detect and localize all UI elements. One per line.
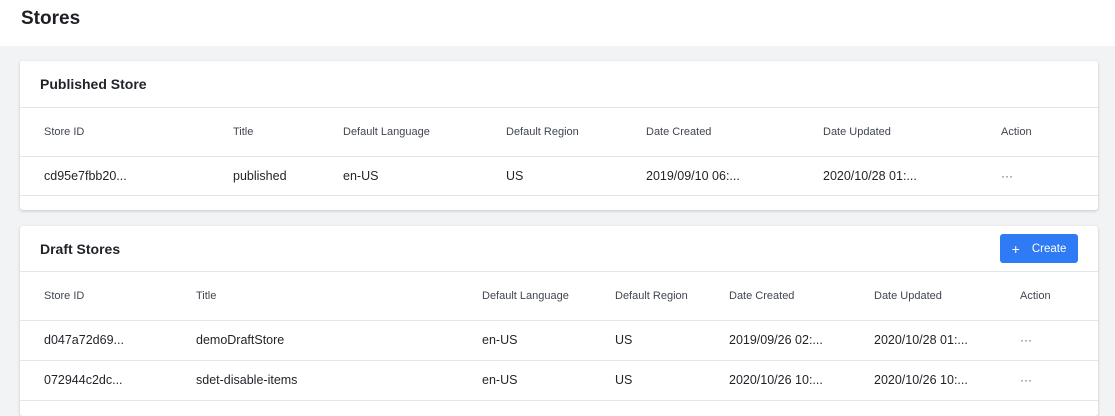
cell-title: sdet-disable-items: [196, 360, 482, 401]
table-header-row: Store ID Title Default Language Default …: [20, 272, 1098, 321]
column-header-default-language[interactable]: Default Language: [482, 272, 615, 321]
published-store-table: Store ID Title Default Language Default …: [20, 108, 1098, 196]
table-row[interactable]: d047a72d69... demoDraftStore en-US US 20…: [20, 320, 1098, 361]
plus-icon: +: [1011, 240, 1020, 257]
column-header-default-region[interactable]: Default Region: [506, 108, 646, 157]
draft-stores-header: Draft Stores + Create: [20, 226, 1098, 272]
cell-store-id[interactable]: 072944c2dc...: [20, 360, 196, 401]
published-store-header: Published Store: [20, 61, 1098, 108]
cell-store-id[interactable]: cd95e7fbb20...: [20, 156, 233, 196]
table-header-row: Store ID Title Default Language Default …: [20, 108, 1098, 157]
draft-stores-title: Draft Stores: [40, 241, 121, 257]
cell-default-region: US: [615, 320, 729, 361]
cell-title: published: [233, 156, 343, 196]
cell-title: demoDraftStore: [196, 320, 482, 361]
column-header-date-created[interactable]: Date Created: [729, 272, 874, 321]
cell-default-language: en-US: [482, 320, 615, 361]
create-button[interactable]: + Create: [1000, 234, 1078, 263]
table-row[interactable]: cd95e7fbb20... published en-US US 2019/0…: [20, 156, 1098, 196]
column-header-action: Action: [1001, 108, 1098, 157]
cell-date-updated: 2020/10/28 01:...: [874, 320, 1020, 361]
more-actions-icon[interactable]: ···: [1020, 373, 1032, 387]
more-actions-icon[interactable]: ···: [1001, 169, 1013, 183]
table-row[interactable]: 072944c2dc... sdet-disable-items en-US U…: [20, 360, 1098, 401]
published-store-card: Published Store Store ID Title Default L…: [20, 61, 1098, 210]
column-header-date-updated[interactable]: Date Updated: [874, 272, 1020, 321]
cell-store-id[interactable]: d047a72d69...: [20, 320, 196, 361]
column-header-action: Action: [1020, 272, 1098, 321]
cell-date-created: 2019/09/26 02:...: [729, 320, 874, 361]
column-header-title[interactable]: Title: [233, 108, 343, 157]
cell-date-updated: 2020/10/26 10:...: [874, 360, 1020, 401]
column-header-date-updated[interactable]: Date Updated: [823, 108, 1001, 157]
cell-action: ···: [1001, 156, 1098, 196]
page-header: Stores: [0, 0, 1115, 46]
cell-default-language: en-US: [482, 360, 615, 401]
cell-action: ···: [1020, 360, 1098, 401]
column-header-date-created[interactable]: Date Created: [646, 108, 823, 157]
draft-stores-table: Store ID Title Default Language Default …: [20, 272, 1098, 401]
column-header-default-region[interactable]: Default Region: [615, 272, 729, 321]
column-header-store-id[interactable]: Store ID: [20, 108, 233, 157]
cell-default-language: en-US: [343, 156, 506, 196]
page-title: Stores: [21, 8, 81, 29]
column-header-store-id[interactable]: Store ID: [20, 272, 196, 321]
create-button-label: Create: [1031, 242, 1067, 255]
column-header-title[interactable]: Title: [196, 272, 482, 321]
column-header-default-language[interactable]: Default Language: [343, 108, 506, 157]
published-store-title: Published Store: [40, 76, 147, 92]
cell-default-region: US: [506, 156, 646, 196]
cell-date-updated: 2020/10/28 01:...: [823, 156, 1001, 196]
cell-action: ···: [1020, 320, 1098, 361]
cell-date-created: 2020/10/26 10:...: [729, 360, 874, 401]
more-actions-icon[interactable]: ···: [1020, 333, 1032, 347]
cell-default-region: US: [615, 360, 729, 401]
draft-stores-card: Draft Stores + Create Store ID Title Def…: [20, 226, 1098, 416]
cell-date-created: 2019/09/10 06:...: [646, 156, 823, 196]
